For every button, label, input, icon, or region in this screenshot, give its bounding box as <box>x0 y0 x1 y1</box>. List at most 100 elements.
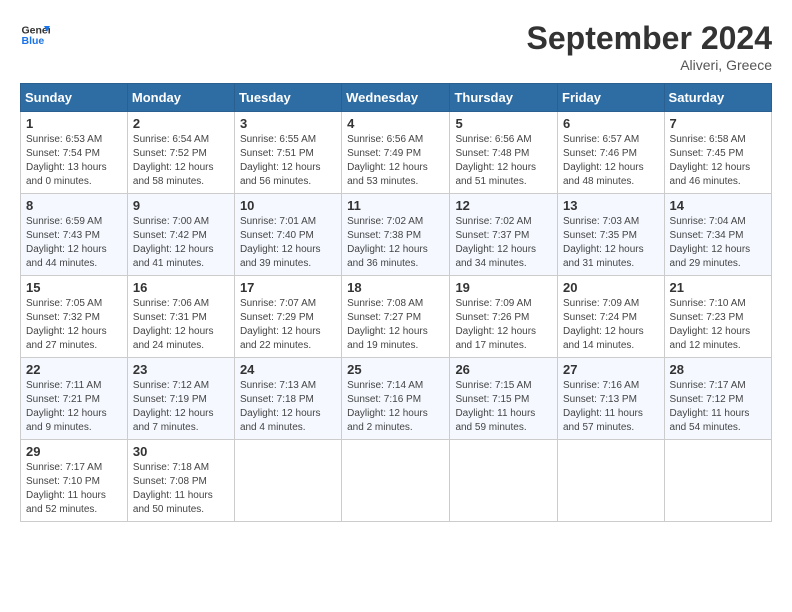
calendar-day-cell: 17 Sunrise: 7:07 AM Sunset: 7:29 PM Dayli… <box>234 276 341 358</box>
day-info: Sunrise: 7:18 AM Sunset: 7:08 PM Dayligh… <box>133 461 229 517</box>
day-info: Sunrise: 6:53 AM Sunset: 7:54 PM Dayligh… <box>26 133 122 189</box>
calendar-header-row: SundayMondayTuesdayWednesdayThursdayFrid… <box>21 84 772 112</box>
day-info: Sunrise: 6:55 AM Sunset: 7:51 PM Dayligh… <box>240 133 336 189</box>
day-info: Sunrise: 7:02 AM Sunset: 7:37 PM Dayligh… <box>455 215 552 271</box>
day-number: 10 <box>240 198 336 213</box>
column-header-sunday: Sunday <box>21 84 128 112</box>
day-info: Sunrise: 7:11 AM Sunset: 7:21 PM Dayligh… <box>26 379 122 435</box>
calendar-week-row: 29Sunrise: 7:17 AM Sunset: 7:10 PM Dayli… <box>21 440 772 522</box>
calendar-day-cell: 24 Sunrise: 7:13 AM Sunset: 7:18 PM Dayli… <box>234 358 341 440</box>
day-number: 16 <box>133 280 229 295</box>
day-info: Sunrise: 6:56 AM Sunset: 7:48 PM Dayligh… <box>455 133 552 189</box>
day-number: 1 <box>26 116 122 131</box>
calendar-day-cell: 16 Sunrise: 7:06 AM Sunset: 7:31 PM Dayli… <box>127 276 234 358</box>
day-number: 26 <box>455 362 552 377</box>
day-number: 17 <box>240 280 336 295</box>
day-info: Sunrise: 6:58 AM Sunset: 7:45 PM Dayligh… <box>670 133 766 189</box>
month-title: September 2024 <box>527 20 772 57</box>
day-number: 22 <box>26 362 122 377</box>
day-number: 23 <box>133 362 229 377</box>
day-number: 9 <box>133 198 229 213</box>
day-info: Sunrise: 6:59 AM Sunset: 7:43 PM Dayligh… <box>26 215 122 271</box>
calendar-day-cell: 25 Sunrise: 7:14 AM Sunset: 7:16 PM Dayli… <box>342 358 450 440</box>
day-number: 14 <box>670 198 766 213</box>
day-info: Sunrise: 7:05 AM Sunset: 7:32 PM Dayligh… <box>26 297 122 353</box>
calendar-day-cell <box>342 440 450 522</box>
title-block: September 2024 Aliveri, Greece <box>527 20 772 73</box>
calendar-day-cell: 5Sunrise: 6:56 AM Sunset: 7:48 PM Daylig… <box>450 112 558 194</box>
day-number: 28 <box>670 362 766 377</box>
calendar-day-cell: 19 Sunrise: 7:09 AM Sunset: 7:26 PM Dayli… <box>450 276 558 358</box>
column-header-saturday: Saturday <box>664 84 771 112</box>
day-info: Sunrise: 7:03 AM Sunset: 7:35 PM Dayligh… <box>563 215 659 271</box>
calendar-day-cell: 2Sunrise: 6:54 AM Sunset: 7:52 PM Daylig… <box>127 112 234 194</box>
day-info: Sunrise: 7:01 AM Sunset: 7:40 PM Dayligh… <box>240 215 336 271</box>
calendar-day-cell: 12 Sunrise: 7:02 AM Sunset: 7:37 PM Dayli… <box>450 194 558 276</box>
calendar-day-cell: 28Sunrise: 7:17 AM Sunset: 7:12 PM Dayli… <box>664 358 771 440</box>
day-number: 15 <box>26 280 122 295</box>
calendar-day-cell <box>664 440 771 522</box>
calendar-day-cell: 1 Sunrise: 6:53 AM Sunset: 7:54 PM Daylig… <box>21 112 128 194</box>
day-info: Sunrise: 7:09 AM Sunset: 7:24 PM Dayligh… <box>563 297 659 353</box>
day-number: 8 <box>26 198 122 213</box>
day-number: 13 <box>563 198 659 213</box>
day-info: Sunrise: 6:56 AM Sunset: 7:49 PM Dayligh… <box>347 133 444 189</box>
calendar-day-cell: 18Sunrise: 7:08 AM Sunset: 7:27 PM Dayli… <box>342 276 450 358</box>
day-info: Sunrise: 6:57 AM Sunset: 7:46 PM Dayligh… <box>563 133 659 189</box>
day-info: Sunrise: 7:00 AM Sunset: 7:42 PM Dayligh… <box>133 215 229 271</box>
calendar-day-cell: 27 Sunrise: 7:16 AM Sunset: 7:13 PM Dayli… <box>558 358 665 440</box>
calendar-day-cell: 23Sunrise: 7:12 AM Sunset: 7:19 PM Dayli… <box>127 358 234 440</box>
day-number: 24 <box>240 362 336 377</box>
column-header-wednesday: Wednesday <box>342 84 450 112</box>
calendar-day-cell: 4 Sunrise: 6:56 AM Sunset: 7:49 PM Daylig… <box>342 112 450 194</box>
calendar-table: SundayMondayTuesdayWednesdayThursdayFrid… <box>20 83 772 522</box>
day-number: 19 <box>455 280 552 295</box>
day-info: Sunrise: 7:07 AM Sunset: 7:29 PM Dayligh… <box>240 297 336 353</box>
calendar-week-row: 8 Sunrise: 6:59 AM Sunset: 7:43 PM Daylig… <box>21 194 772 276</box>
page-header: General Blue September 2024 Aliveri, Gre… <box>20 20 772 73</box>
calendar-day-cell: 8 Sunrise: 6:59 AM Sunset: 7:43 PM Daylig… <box>21 194 128 276</box>
day-info: Sunrise: 6:54 AM Sunset: 7:52 PM Dayligh… <box>133 133 229 189</box>
day-number: 18 <box>347 280 444 295</box>
column-header-thursday: Thursday <box>450 84 558 112</box>
logo: General Blue <box>20 20 50 50</box>
calendar-day-cell: 10 Sunrise: 7:01 AM Sunset: 7:40 PM Dayli… <box>234 194 341 276</box>
calendar-day-cell: 13 Sunrise: 7:03 AM Sunset: 7:35 PM Dayli… <box>558 194 665 276</box>
calendar-day-cell: 20 Sunrise: 7:09 AM Sunset: 7:24 PM Dayli… <box>558 276 665 358</box>
calendar-day-cell <box>450 440 558 522</box>
day-info: Sunrise: 7:09 AM Sunset: 7:26 PM Dayligh… <box>455 297 552 353</box>
day-info: Sunrise: 7:13 AM Sunset: 7:18 PM Dayligh… <box>240 379 336 435</box>
column-header-tuesday: Tuesday <box>234 84 341 112</box>
column-header-friday: Friday <box>558 84 665 112</box>
calendar-day-cell: 6 Sunrise: 6:57 AM Sunset: 7:46 PM Daylig… <box>558 112 665 194</box>
day-number: 12 <box>455 198 552 213</box>
calendar-week-row: 15 Sunrise: 7:05 AM Sunset: 7:32 PM Dayli… <box>21 276 772 358</box>
calendar-day-cell: 21Sunrise: 7:10 AM Sunset: 7:23 PM Dayli… <box>664 276 771 358</box>
day-number: 6 <box>563 116 659 131</box>
day-number: 4 <box>347 116 444 131</box>
day-info: Sunrise: 7:17 AM Sunset: 7:10 PM Dayligh… <box>26 461 122 517</box>
svg-text:Blue: Blue <box>22 35 45 47</box>
day-number: 27 <box>563 362 659 377</box>
day-info: Sunrise: 7:14 AM Sunset: 7:16 PM Dayligh… <box>347 379 444 435</box>
day-info: Sunrise: 7:16 AM Sunset: 7:13 PM Dayligh… <box>563 379 659 435</box>
calendar-week-row: 22 Sunrise: 7:11 AM Sunset: 7:21 PM Dayli… <box>21 358 772 440</box>
calendar-day-cell: 26Sunrise: 7:15 AM Sunset: 7:15 PM Dayli… <box>450 358 558 440</box>
calendar-day-cell: 9 Sunrise: 7:00 AM Sunset: 7:42 PM Daylig… <box>127 194 234 276</box>
day-info: Sunrise: 7:04 AM Sunset: 7:34 PM Dayligh… <box>670 215 766 271</box>
location: Aliveri, Greece <box>527 57 772 73</box>
calendar-day-cell: 22 Sunrise: 7:11 AM Sunset: 7:21 PM Dayli… <box>21 358 128 440</box>
column-header-monday: Monday <box>127 84 234 112</box>
day-info: Sunrise: 7:10 AM Sunset: 7:23 PM Dayligh… <box>670 297 766 353</box>
day-info: Sunrise: 7:02 AM Sunset: 7:38 PM Dayligh… <box>347 215 444 271</box>
day-info: Sunrise: 7:06 AM Sunset: 7:31 PM Dayligh… <box>133 297 229 353</box>
day-number: 25 <box>347 362 444 377</box>
day-number: 30 <box>133 444 229 459</box>
calendar-day-cell <box>234 440 341 522</box>
day-number: 20 <box>563 280 659 295</box>
calendar-day-cell: 11 Sunrise: 7:02 AM Sunset: 7:38 PM Dayli… <box>342 194 450 276</box>
day-number: 11 <box>347 198 444 213</box>
calendar-day-cell: 15 Sunrise: 7:05 AM Sunset: 7:32 PM Dayli… <box>21 276 128 358</box>
day-number: 7 <box>670 116 766 131</box>
calendar-day-cell: 30 Sunrise: 7:18 AM Sunset: 7:08 PM Dayli… <box>127 440 234 522</box>
